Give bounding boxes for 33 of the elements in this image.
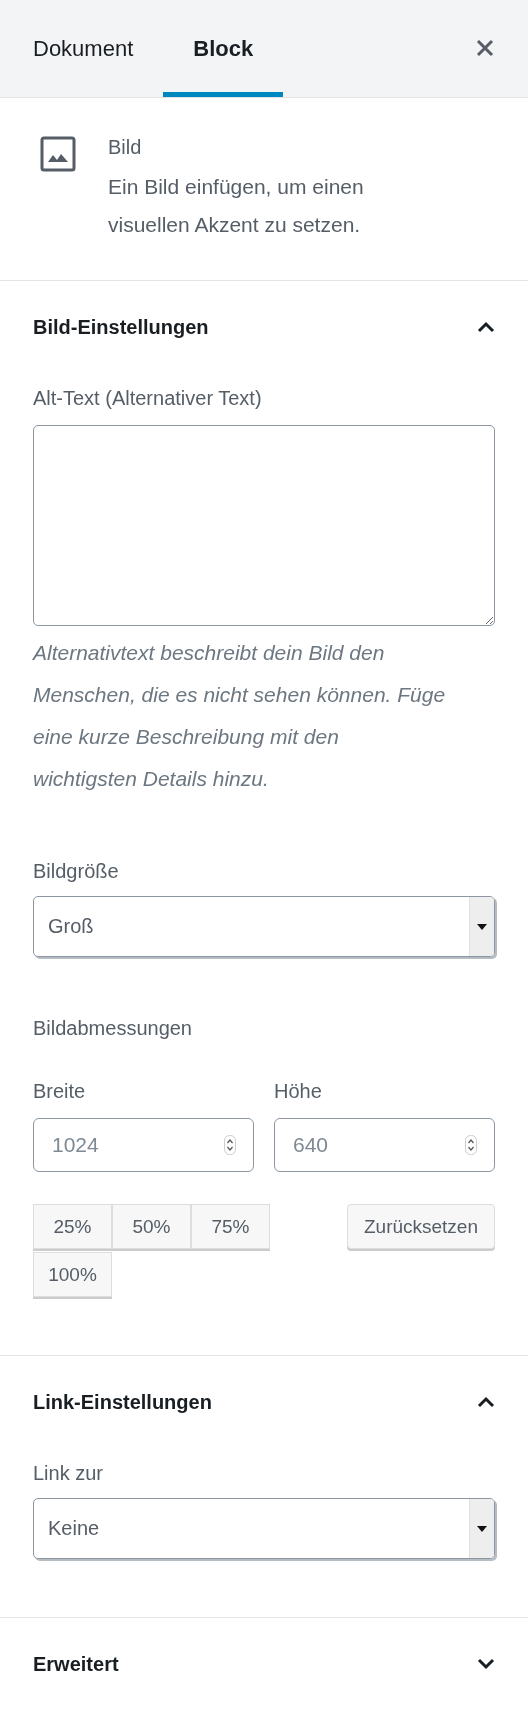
- dropdown[interactable]: Groß: [33, 896, 495, 957]
- help-text: Alternativtext beschreibt dein Bild den Menschen, die es nicht sehen können. Füge eine kurze Beschreibung mit den wichtigsten Details hinzu.: [33, 640, 447, 792]
- spinner-icon[interactable]: [224, 1135, 236, 1155]
- block-title: Bild: [108, 135, 143, 160]
- spinner-icon[interactable]: [465, 1135, 477, 1155]
- dropdown[interactable]: Keine: [33, 1498, 495, 1559]
- chevron-up-icon: [477, 1396, 495, 1408]
- field-label: Bildgröße: [33, 859, 120, 884]
- panel-header[interactable]: Bild-Einstellungen: [0, 281, 528, 373]
- chevron-down-icon: [477, 1658, 495, 1670]
- field-label: Höhe: [274, 1079, 323, 1104]
- field-label: Breite: [33, 1079, 87, 1104]
- caret-icon: [477, 923, 487, 930]
- image-icon: [40, 136, 76, 172]
- panel-header[interactable]: Link-Einstellungen: [0, 1356, 528, 1448]
- tab[interactable]: Block: [163, 0, 284, 97]
- number-field[interactable]: 1024: [33, 1118, 254, 1172]
- tab[interactable]: Dokument: [3, 0, 164, 97]
- size-preset-button[interactable]: 75%: [191, 1204, 270, 1249]
- panel-header[interactable]: Erweitert: [0, 1618, 528, 1710]
- field-label: Alt-Text (Alternativer Text): [33, 386, 263, 411]
- size-preset-button[interactable]: 50%: [112, 1204, 191, 1249]
- reset-button[interactable]: Zurücksetzen: [346, 1204, 495, 1249]
- size-preset-button[interactable]: 100%: [33, 1252, 112, 1297]
- size-preset-button[interactable]: 25%: [33, 1204, 112, 1249]
- caret-icon: [477, 1525, 487, 1532]
- close-icon[interactable]: [476, 38, 494, 57]
- field-label: Bildabmessungen: [33, 1016, 193, 1041]
- field-label: Link zur: [33, 1461, 105, 1486]
- alt-text-field[interactable]: [33, 425, 495, 626]
- block-description: Ein Bild einfügen, um einen visuellen Akzent zu setzen.: [108, 174, 365, 238]
- number-field[interactable]: 640: [274, 1118, 495, 1172]
- chevron-up-icon: [477, 321, 495, 333]
